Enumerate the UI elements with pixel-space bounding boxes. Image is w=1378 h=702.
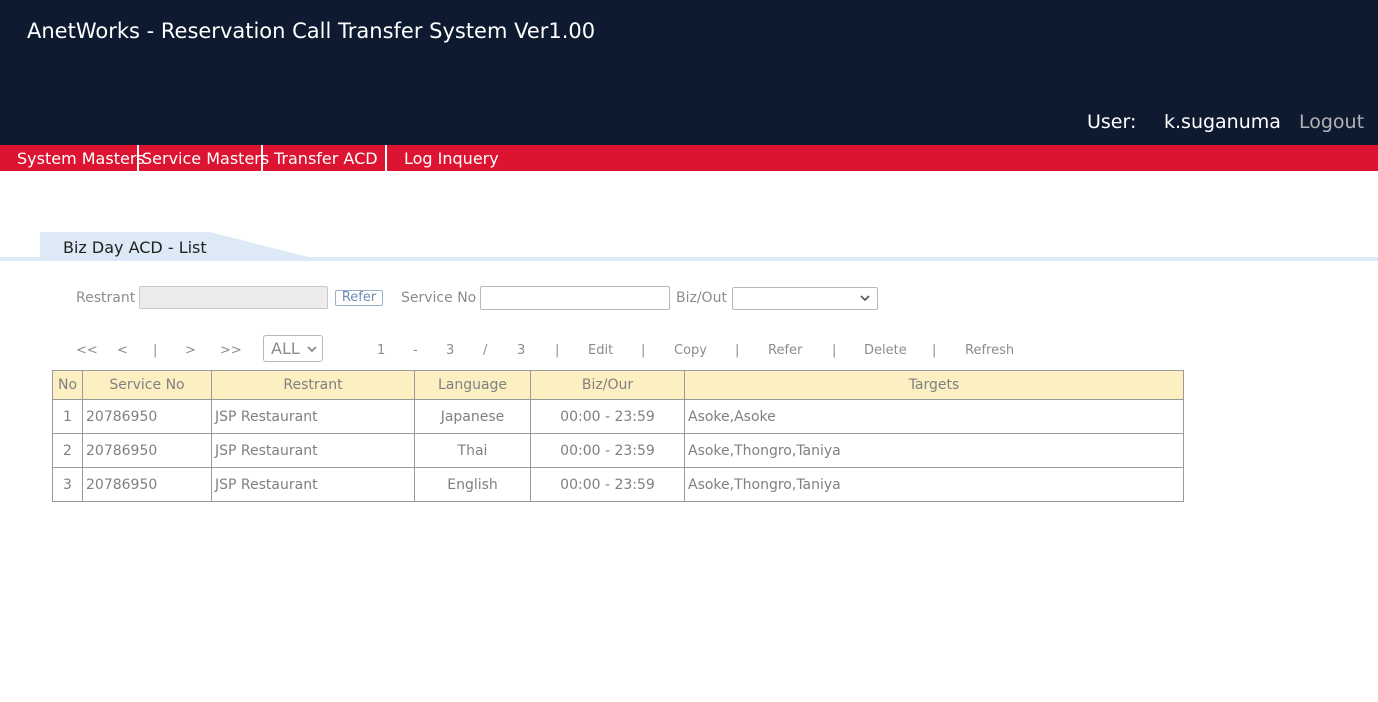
service-no-input[interactable] bbox=[480, 286, 670, 310]
toolbar-separator: | bbox=[932, 343, 937, 358]
toolbar-separator: | bbox=[555, 343, 560, 358]
edit-button[interactable]: Edit bbox=[588, 343, 613, 358]
page-size-value: ALL bbox=[271, 339, 300, 358]
section-tab: Biz Day ACD - List bbox=[0, 232, 1378, 262]
logout-link[interactable]: Logout bbox=[1299, 111, 1364, 133]
column-header-language: Language bbox=[414, 370, 531, 400]
refer-restrant-button[interactable]: Refer bbox=[335, 290, 383, 306]
restrant-label: Restrant bbox=[76, 290, 136, 306]
app-header: AnetWorks - Reservation Call Transfer Sy… bbox=[0, 0, 1378, 145]
menu-divider bbox=[385, 145, 387, 171]
user-label: User: bbox=[1087, 111, 1137, 133]
biz-out-select[interactable] bbox=[732, 287, 878, 310]
cell-targets: Asoke,Asoke bbox=[684, 399, 1184, 434]
toolbar-separator: | bbox=[641, 343, 646, 358]
chevron-down-icon bbox=[307, 346, 317, 353]
cell-biz-our: 00:00 - 23:59 bbox=[530, 433, 685, 468]
cell-service-no: 20786950 bbox=[82, 433, 212, 468]
range-end: 3 bbox=[446, 343, 455, 358]
toolbar-separator: | bbox=[153, 343, 158, 358]
cell-restrant: JSP Restaurant bbox=[211, 467, 415, 502]
cell-no: 2 bbox=[52, 433, 83, 468]
menu-divider bbox=[261, 145, 263, 171]
main-menu: System Masters Service Masters Transfer … bbox=[0, 145, 1378, 171]
cell-targets: Asoke,Thongro,Taniya bbox=[684, 433, 1184, 468]
app-title: AnetWorks - Reservation Call Transfer Sy… bbox=[27, 19, 596, 43]
acd-table: No Service No Restrant Language Biz/Our … bbox=[52, 370, 1184, 502]
range-dash: - bbox=[413, 343, 418, 358]
total-count: 3 bbox=[517, 343, 526, 358]
chevron-down-icon bbox=[860, 295, 870, 302]
table-row[interactable]: 1 20786950 JSP Restaurant Japanese 00:00… bbox=[52, 399, 1184, 434]
table-row[interactable]: 2 20786950 JSP Restaurant Thai 00:00 - 2… bbox=[52, 433, 1184, 468]
cell-biz-our: 00:00 - 23:59 bbox=[530, 467, 685, 502]
range-start: 1 bbox=[377, 343, 386, 358]
menu-divider bbox=[137, 145, 139, 171]
service-no-label: Service No bbox=[401, 290, 477, 306]
page-size-select[interactable]: ALL bbox=[263, 335, 323, 362]
cell-biz-our: 00:00 - 23:59 bbox=[530, 399, 685, 434]
next-page-button[interactable]: > bbox=[185, 343, 196, 358]
column-header-no: No bbox=[52, 370, 83, 400]
prev-page-button[interactable]: < bbox=[117, 343, 128, 358]
table-row[interactable]: 3 20786950 JSP Restaurant English 00:00 … bbox=[52, 467, 1184, 502]
cell-targets: Asoke,Thongro,Taniya bbox=[684, 467, 1184, 502]
menu-item-system-masters[interactable]: System Masters bbox=[17, 145, 145, 171]
biz-out-label: Biz/Out bbox=[676, 290, 727, 306]
cell-language: Japanese bbox=[414, 399, 531, 434]
column-header-restrant: Restrant bbox=[211, 370, 415, 400]
section-title: Biz Day ACD - List bbox=[63, 238, 207, 257]
column-header-targets: Targets bbox=[684, 370, 1184, 400]
column-header-service-no: Service No bbox=[82, 370, 212, 400]
cell-service-no: 20786950 bbox=[82, 399, 212, 434]
refer-button[interactable]: Refer bbox=[768, 343, 802, 358]
toolbar-separator: | bbox=[735, 343, 740, 358]
menu-item-service-masters[interactable]: Service Masters bbox=[142, 145, 269, 171]
refresh-button[interactable]: Refresh bbox=[965, 343, 1014, 358]
user-name: k.suganuma bbox=[1164, 111, 1281, 133]
menu-item-log-inquery[interactable]: Log Inquery bbox=[404, 145, 499, 171]
column-header-biz-our: Biz/Our bbox=[530, 370, 685, 400]
last-page-button[interactable]: >> bbox=[220, 343, 242, 358]
cell-restrant: JSP Restaurant bbox=[211, 399, 415, 434]
cell-no: 3 bbox=[52, 467, 83, 502]
cell-language: English bbox=[414, 467, 531, 502]
range-slash: / bbox=[483, 343, 488, 358]
tab-shape bbox=[0, 232, 1378, 261]
menu-item-transfer-acd[interactable]: Transfer ACD bbox=[274, 145, 378, 171]
restrant-input[interactable] bbox=[139, 286, 328, 309]
cell-restrant: JSP Restaurant bbox=[211, 433, 415, 468]
delete-button[interactable]: Delete bbox=[864, 343, 907, 358]
copy-button[interactable]: Copy bbox=[674, 343, 707, 358]
cell-language: Thai bbox=[414, 433, 531, 468]
first-page-button[interactable]: << bbox=[76, 343, 98, 358]
cell-no: 1 bbox=[52, 399, 83, 434]
cell-service-no: 20786950 bbox=[82, 467, 212, 502]
table-header-row: No Service No Restrant Language Biz/Our … bbox=[52, 370, 1184, 400]
toolbar-separator: | bbox=[832, 343, 837, 358]
